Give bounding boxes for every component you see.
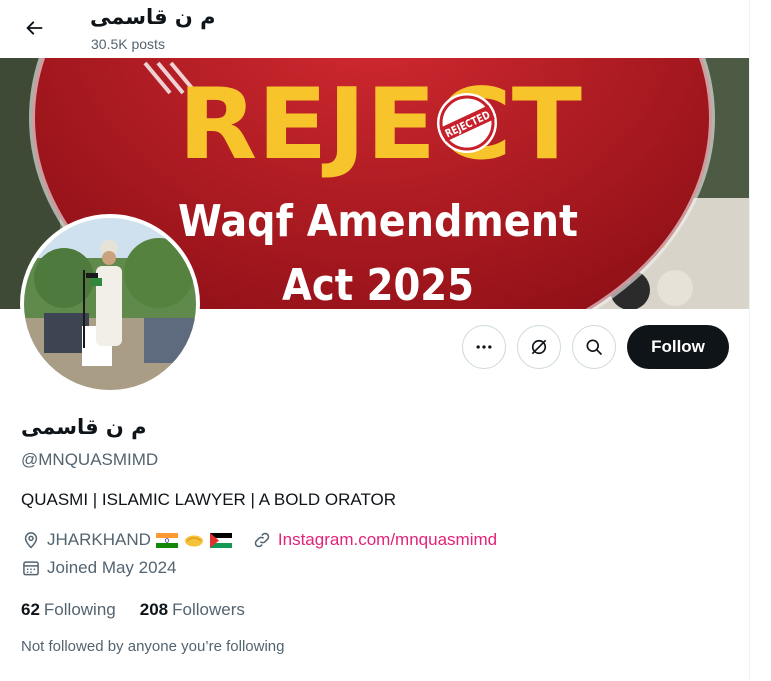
back-button[interactable]	[14, 8, 54, 48]
display-name: م ن قاسمی	[21, 415, 147, 439]
profile-link-text[interactable]: Instagram.com/mnquasmimd	[278, 530, 497, 550]
india-flag-emoji	[155, 532, 178, 548]
arrow-left-icon	[26, 21, 43, 35]
avatar[interactable]	[20, 214, 200, 394]
banner-headline: REJECT	[178, 68, 582, 182]
handle: @MNQUASMIMD	[21, 450, 159, 469]
joined-date: Joined May 2024	[47, 558, 177, 577]
following-link[interactable]: 62 Following	[21, 600, 116, 620]
banner-line-1: Waqf Amendment	[178, 196, 578, 247]
location-text: JHARKHAND	[47, 530, 151, 549]
profile-meta-location-row: JHARKHAND Instagram.com/mnquasmimd	[21, 530, 497, 550]
handshake-emoji	[183, 533, 205, 548]
follow-stats: 62 Following 208 Followers	[21, 600, 269, 620]
following-label: Following	[43, 600, 116, 619]
not-followed-notice: Not followed by anyone you’re following	[21, 638, 285, 655]
profile-meta-joined-row: Joined May 2024	[21, 558, 176, 578]
location-pin-icon	[24, 532, 38, 549]
follow-button[interactable]: Follow	[627, 325, 729, 369]
link-icon	[254, 532, 270, 548]
avatar-photo	[24, 218, 196, 390]
header-display-name: م ن قاسمی	[90, 5, 216, 29]
header-post-count: 30.5K posts	[91, 36, 165, 52]
followers-label: Followers	[172, 600, 245, 619]
more-icon	[476, 345, 492, 349]
grok-button[interactable]	[517, 325, 561, 369]
followers-link[interactable]: 208 Followers	[140, 600, 245, 620]
bio: QUASMI | ISLAMIC LAWYER | A BOLD ORATOR	[21, 490, 397, 509]
banner-line-2: Act 2025	[282, 260, 474, 309]
grok-icon	[531, 339, 547, 355]
profile-link[interactable]: Instagram.com/mnquasmimd	[252, 530, 497, 550]
followers-count: 208	[139, 600, 169, 619]
column-divider	[749, 0, 750, 681]
search-button[interactable]	[572, 325, 616, 369]
more-button[interactable]	[462, 325, 506, 369]
search-icon	[586, 339, 603, 356]
palestine-flag-emoji	[209, 532, 232, 548]
calendar-icon	[23, 561, 39, 576]
profile-header: م ن قاسمی 30.5K posts	[0, 0, 749, 58]
following-count: 62	[21, 600, 40, 619]
